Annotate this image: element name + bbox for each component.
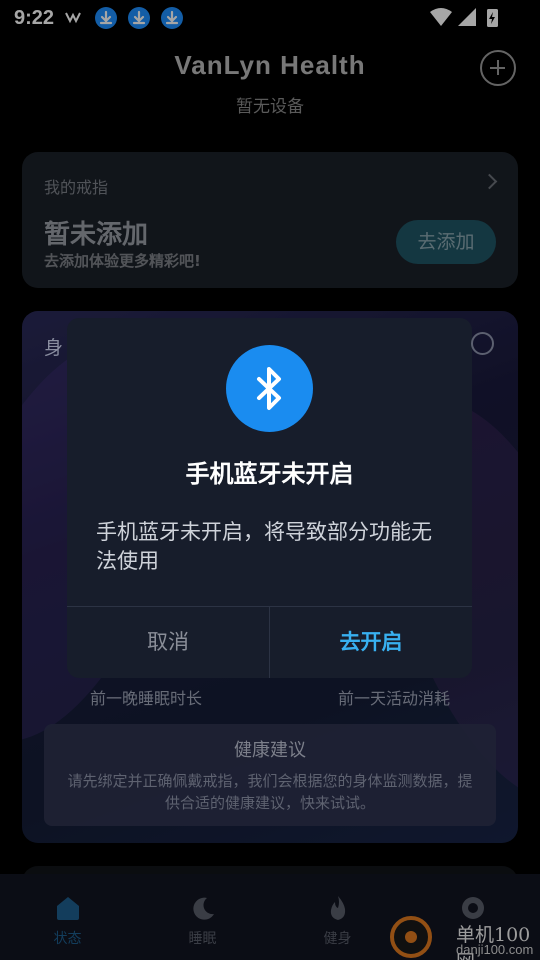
health-advice-text: 请先绑定并正确佩戴戒指，我们会根据您的身体监测数据，提供合适的健康建议，快来试试…: [67, 772, 473, 812]
dialog-message: 手机蓝牙未开启，将导致部分功能无法使用: [96, 520, 432, 573]
sleep-duration-label: 前一晚睡眠时长: [89, 689, 202, 708]
activity-calories-label: 前一天活动消耗: [337, 689, 450, 708]
cancel-button[interactable]: 取消: [67, 606, 269, 678]
dialog-title: 手机蓝牙未开启: [185, 460, 354, 488]
bluetooth-icon: [226, 345, 313, 432]
body-card-label: 身: [44, 337, 64, 359]
bluetooth-dialog: 手机蓝牙未开启 手机蓝牙未开启，将导致部分功能无法使用 取消 去开启: [67, 318, 472, 678]
health-advice-title: 健康建议: [234, 740, 306, 761]
enable-bluetooth-button[interactable]: 去开启: [270, 606, 472, 678]
health-advice-panel: 健康建议 请先绑定并正确佩戴戒指，我们会根据您的身体监测数据，提供合适的健康建议…: [44, 724, 496, 826]
info-icon[interactable]: [471, 332, 494, 355]
